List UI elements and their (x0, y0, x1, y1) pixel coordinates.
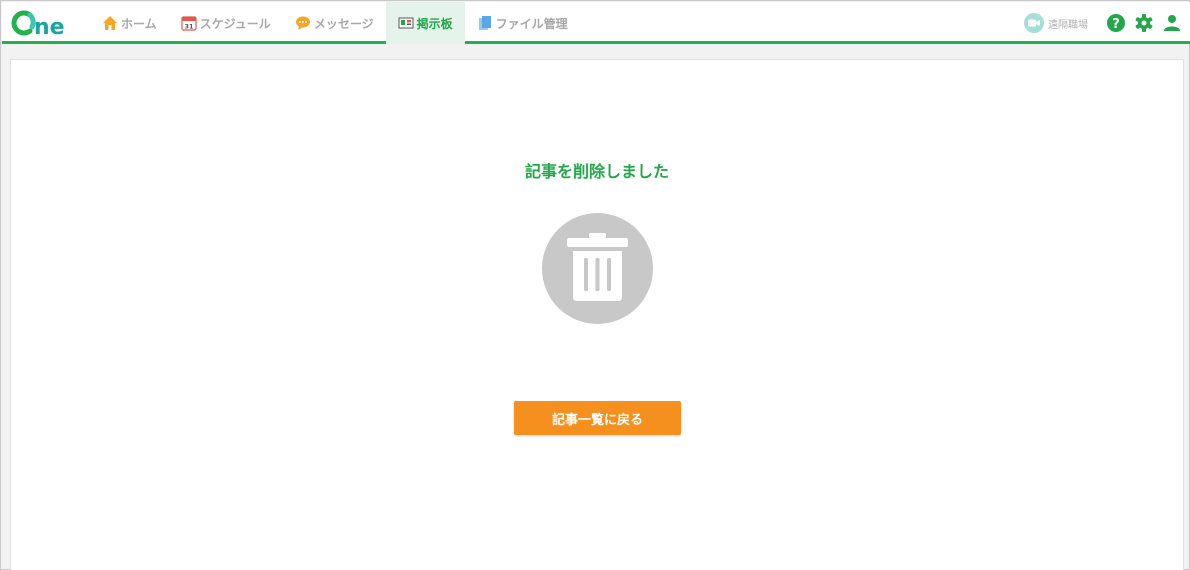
bulletin-board-icon (398, 15, 414, 31)
content-panel: 記事を削除しました 記事一覧に戻る (10, 59, 1184, 570)
nav-label-file-management: ファイル管理 (495, 16, 568, 31)
nav-item-home[interactable]: ホーム (90, 2, 169, 44)
message-icon (295, 15, 311, 31)
nav-item-bulletin-board[interactable]: 掲示板 (385, 2, 465, 44)
svg-text:ne: ne (34, 15, 65, 37)
nav-label-home: ホーム (121, 16, 157, 31)
nav-label-schedule: スケジュール (199, 16, 271, 31)
trash-icon (542, 213, 653, 324)
nav-label-bulletin-board: 掲示板 (416, 16, 453, 31)
top-navbar: ne ホーム 31 スケジュール メッセージ 掲示板 ファイル管理 遠隔職場 ? (2, 2, 1190, 44)
remote-workplace-label: 遠隔職場 (1048, 19, 1088, 31)
remote-workplace-button[interactable]: 遠隔職場 (1024, 13, 1088, 33)
home-icon (102, 15, 118, 31)
nav-item-message[interactable]: メッセージ (283, 2, 386, 44)
one-logo[interactable]: ne (10, 9, 76, 37)
nav-label-message: メッセージ (313, 16, 374, 31)
video-camera-icon (1024, 13, 1044, 33)
help-icon[interactable]: ? (1106, 13, 1126, 33)
back-to-list-button[interactable]: 記事一覧に戻る (514, 401, 681, 435)
user-icon[interactable] (1162, 13, 1182, 33)
gear-icon[interactable] (1134, 13, 1154, 33)
nav-item-schedule[interactable]: 31 スケジュール (169, 2, 283, 44)
deleted-message: 記事を削除しました (524, 162, 669, 181)
svg-text:31: 31 (184, 23, 194, 31)
nav-item-file-management[interactable]: ファイル管理 (465, 2, 580, 44)
svg-text:?: ? (1112, 17, 1120, 32)
header-tools: 遠隔職場 ? (1024, 2, 1190, 44)
calendar-icon: 31 (181, 15, 197, 31)
main-nav: ホーム 31 スケジュール メッセージ 掲示板 ファイル管理 (90, 2, 580, 44)
file-icon (477, 15, 493, 31)
app-window: ne ホーム 31 スケジュール メッセージ 掲示板 ファイル管理 遠隔職場 ?… (0, 0, 1190, 570)
